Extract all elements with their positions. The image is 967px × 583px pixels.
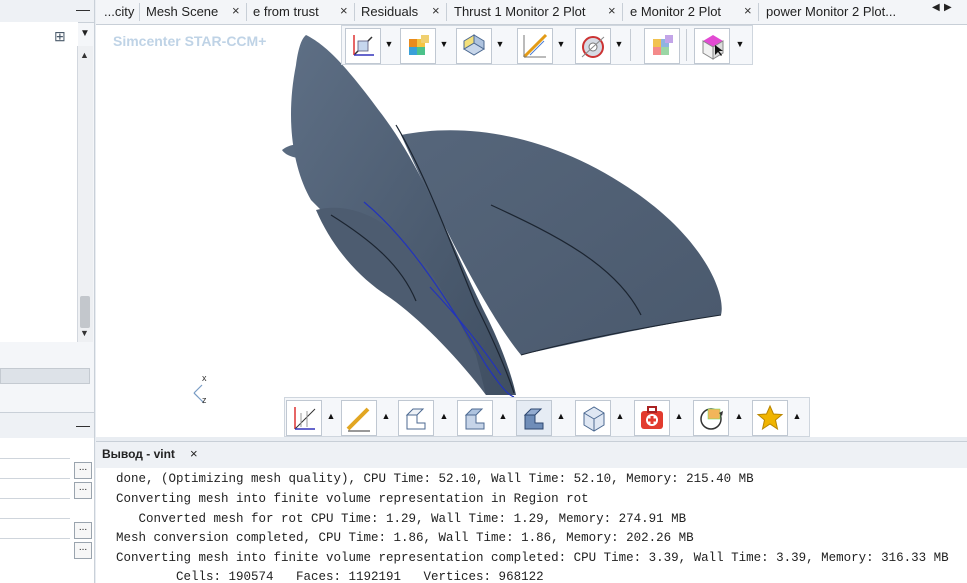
- properties-table: ... ... ... ...: [0, 438, 94, 583]
- scroll-up-icon[interactable]: ▲: [80, 50, 89, 60]
- scroll-down-icon[interactable]: ▼: [80, 328, 89, 338]
- close-icon[interactable]: ×: [232, 0, 240, 24]
- dropdown-arrow-icon[interactable]: ▼: [734, 37, 746, 51]
- refresh-camera-icon[interactable]: [693, 400, 729, 436]
- axis-x-label: x: [202, 373, 207, 383]
- view-cube-icon[interactable]: [345, 28, 381, 64]
- star-icon[interactable]: [752, 400, 788, 436]
- tab-power-monitor-plot[interactable]: power Monitor 2 Plot...: [766, 0, 896, 24]
- section-icon[interactable]: [575, 28, 611, 64]
- expand-arrow-icon[interactable]: ▲: [791, 409, 803, 423]
- block-outline-icon[interactable]: [398, 400, 434, 436]
- tab-scroll-right-icon[interactable]: ▶: [944, 2, 952, 13]
- pencil-icon[interactable]: [341, 400, 377, 436]
- properties-header: —: [0, 412, 94, 440]
- 3d-viewport[interactable]: x z: [96, 25, 967, 437]
- log-line: Cells: 190574 Faces: 1192191 Vertices: 9…: [116, 570, 544, 583]
- output-tab-bar: [96, 441, 967, 469]
- close-icon[interactable]: ×: [190, 446, 198, 461]
- ellipsis-button[interactable]: ...: [74, 462, 92, 479]
- tab-scroll-left-icon[interactable]: ◀: [932, 2, 940, 13]
- expand-arrow-icon[interactable]: ▲: [733, 409, 745, 423]
- tree-icon[interactable]: ⊞: [54, 28, 66, 45]
- scene-toolbar-bottom: ▲ ▲ ▲ ▲ ▲ ▲ ▲ ▲ ▲: [284, 397, 810, 437]
- expand-arrow-icon[interactable]: ▲: [497, 409, 509, 423]
- tab-e-monitor-plot[interactable]: e Monitor 2 Plot: [630, 0, 721, 24]
- blade-geometry: [193, 35, 722, 404]
- scene-tab-bar: ...city Mesh Scene × e from trust × Resi…: [96, 0, 967, 25]
- tab-mesh-scene[interactable]: Mesh Scene: [146, 0, 218, 24]
- close-icon[interactable]: ×: [744, 0, 752, 24]
- tab-residuals[interactable]: Residuals: [361, 0, 418, 24]
- log-line: Converted mesh for rot CPU Time: 1.29, W…: [116, 512, 687, 526]
- simulation-tree[interactable]: ⊞ ▼: [0, 22, 90, 342]
- dropdown-arrow-icon[interactable]: ▼: [438, 37, 450, 51]
- wireframe-icon[interactable]: [575, 400, 611, 436]
- horizontal-scrollbar[interactable]: [0, 368, 90, 384]
- color-box-icon[interactable]: [400, 28, 436, 64]
- expand-arrow-icon[interactable]: ▲: [325, 409, 337, 423]
- expand-arrow-icon[interactable]: ▲: [673, 409, 685, 423]
- scrollbar-thumb[interactable]: [80, 296, 90, 328]
- ellipsis-button[interactable]: ...: [74, 542, 92, 559]
- scene-toolbar-top: ▼ ▼ ▼ ▼ ▼ ▼: [341, 25, 753, 65]
- tab-thrust-monitor-plot[interactable]: Thrust 1 Monitor 2 Plot: [454, 0, 586, 24]
- first-aid-icon[interactable]: [634, 400, 670, 436]
- block-yellow-icon[interactable]: [456, 28, 492, 64]
- tab-velocity[interactable]: ...city: [104, 0, 134, 24]
- log-line: Mesh conversion completed, CPU Time: 1.8…: [116, 531, 694, 545]
- ellipsis-button[interactable]: ...: [74, 522, 92, 539]
- log-line: done, (Optimizing mesh quality), CPU Tim…: [116, 472, 754, 486]
- block-stack-icon[interactable]: [516, 400, 552, 436]
- axis-grid-icon[interactable]: [286, 400, 322, 436]
- measure-icon[interactable]: [517, 28, 553, 64]
- tab-output[interactable]: Вывод - vint: [102, 447, 175, 461]
- block-filled-icon[interactable]: [457, 400, 493, 436]
- dropdown-arrow-icon[interactable]: ▼: [383, 37, 395, 51]
- close-icon[interactable]: ×: [340, 0, 348, 24]
- expand-arrow-icon[interactable]: ▲: [438, 409, 450, 423]
- dropdown-arrow-icon[interactable]: ▼: [80, 28, 90, 39]
- dropdown-arrow-icon[interactable]: ▼: [613, 37, 625, 51]
- ellipsis-button[interactable]: ...: [74, 482, 92, 499]
- close-icon[interactable]: ×: [608, 0, 616, 24]
- log-line: Converting mesh into finite volume repre…: [116, 551, 949, 565]
- left-panel-header: —: [0, 0, 94, 23]
- dropdown-arrow-icon[interactable]: ▼: [494, 37, 506, 51]
- axis-z-label: z: [202, 395, 207, 405]
- expand-arrow-icon[interactable]: ▲: [614, 409, 626, 423]
- expand-arrow-icon[interactable]: ▲: [380, 409, 392, 423]
- log-line: Converting mesh into finite volume repre…: [116, 492, 589, 506]
- palette-cube-icon[interactable]: [644, 28, 680, 64]
- watermark: Simcenter STAR-CCM+: [113, 33, 267, 49]
- tab-e-from-trust[interactable]: e from trust: [253, 0, 319, 24]
- expand-arrow-icon[interactable]: ▲: [555, 409, 567, 423]
- dropdown-arrow-icon[interactable]: ▼: [555, 37, 567, 51]
- pink-cube-icon[interactable]: [694, 28, 730, 64]
- collapse-icon[interactable]: —: [76, 1, 90, 17]
- output-log: done, (Optimizing mesh quality), CPU Tim…: [96, 468, 967, 583]
- collapse-icon[interactable]: —: [76, 417, 90, 433]
- close-icon[interactable]: ×: [432, 0, 440, 24]
